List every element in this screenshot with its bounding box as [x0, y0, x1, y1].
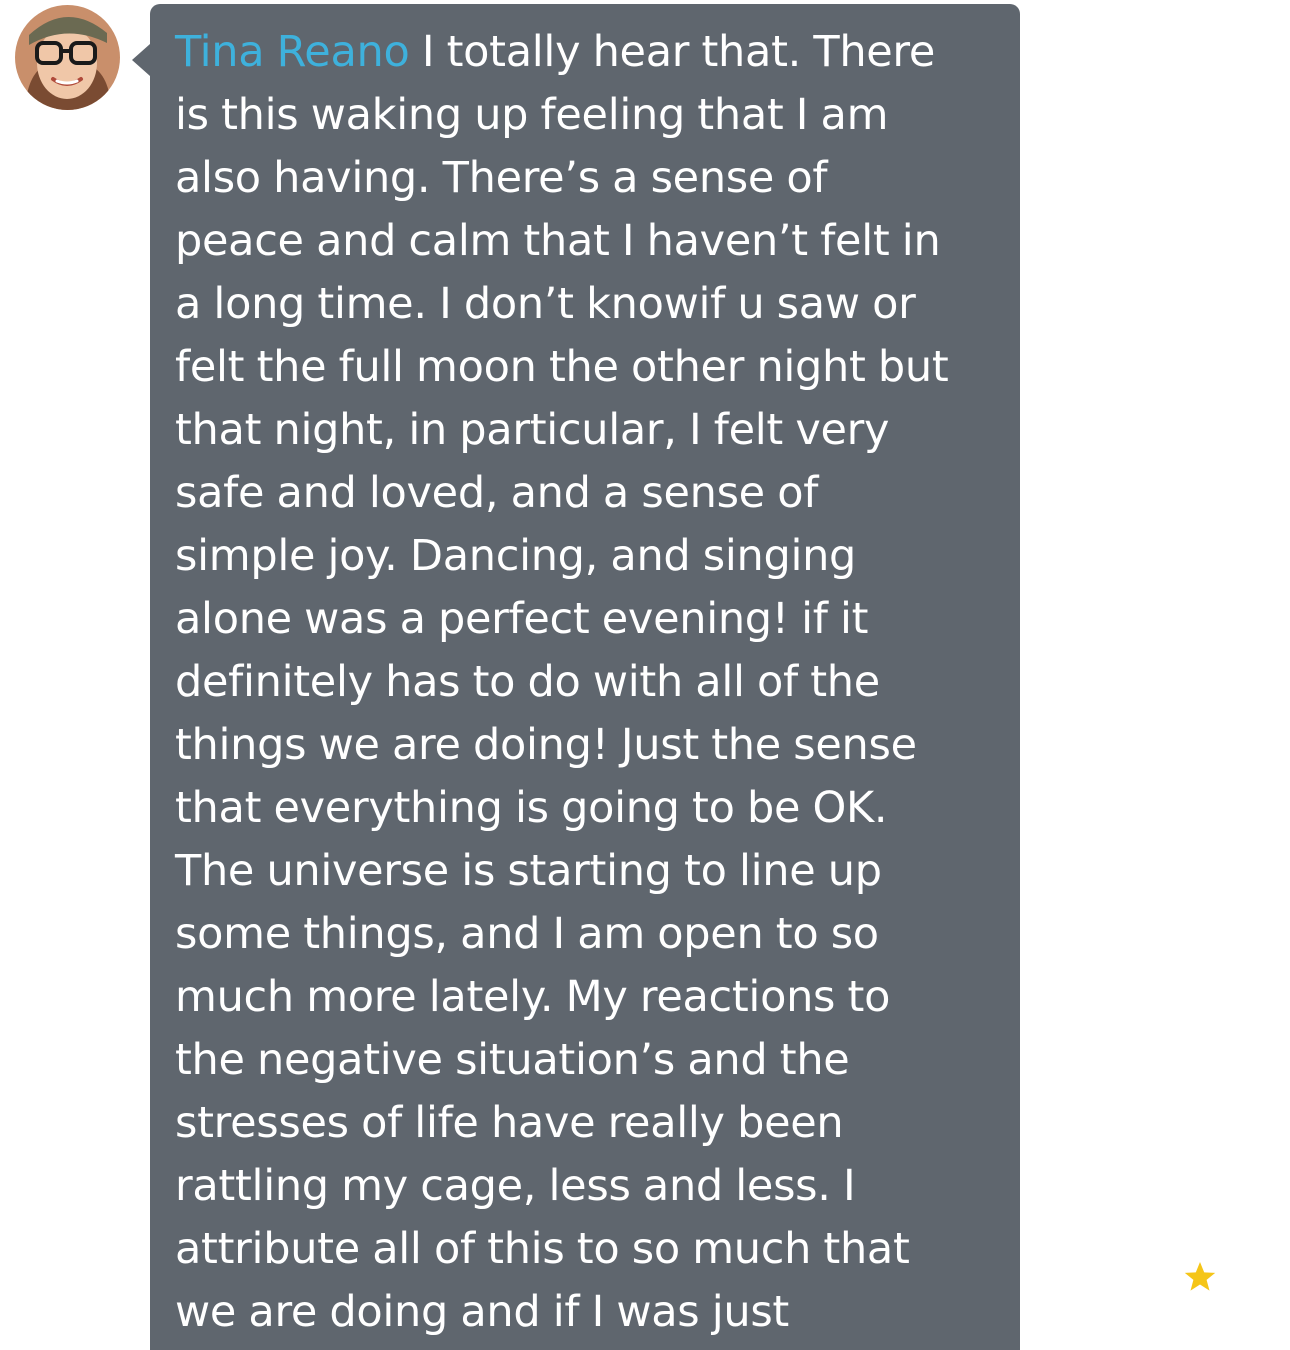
comment-line-text: I totally hear that. There — [421, 27, 936, 77]
comment-line: stresses of life have really been — [175, 1098, 844, 1148]
comment-line: also having. There’s a sense of — [175, 153, 828, 203]
comment-line: is this waking up feeling that I am — [175, 90, 889, 140]
comment-line: much more lately. My reactions to — [175, 972, 891, 1022]
comment-line: The universe is starting to line up — [175, 846, 882, 896]
comment-line: rattling my cage, less and less. I — [175, 1161, 856, 1211]
comment-line: that everything is going to be OK. — [175, 783, 888, 833]
comment-line: peace and calm that I haven’t felt in — [175, 216, 941, 266]
author-name-link[interactable]: Tina Reano — [175, 27, 410, 77]
comment-line: a long time. I don’t knowif u saw or — [175, 279, 916, 329]
comment-line: that night, in particular, I felt very — [175, 405, 890, 455]
comment-bubble: Tina Reano I totally hear that. There is… — [150, 4, 1020, 1350]
avatar-photo-icon — [15, 5, 120, 110]
comment-line: safe and loved, and a sense of — [175, 468, 819, 518]
comment-thread: Tina Reano I totally hear that. There is… — [0, 0, 1290, 1350]
comment-line: things we are doing! Just the sense — [175, 720, 917, 770]
comment-line: Tina Reano I totally hear that. There — [175, 21, 1000, 84]
comment-line: the negative situation’s and the — [175, 1035, 850, 1085]
comment-line: simple joy. Dancing, and singing — [175, 531, 857, 581]
comment-body: Tina Reano I totally hear that. There is… — [175, 21, 1000, 1344]
comment-line: we are doing and if I was just — [175, 1287, 789, 1337]
comment-line: alone was a perfect evening! if it — [175, 594, 869, 644]
star-icon-shape — [1184, 1262, 1216, 1291]
star-icon[interactable] — [1182, 1259, 1218, 1295]
comment-line: attribute all of this to so much that — [175, 1224, 910, 1274]
bubble-tail — [132, 44, 150, 76]
user-avatar[interactable] — [15, 5, 120, 110]
comment-line: felt the full moon the other night but — [175, 342, 949, 392]
comment-line: definitely has to do with all of the — [175, 657, 880, 707]
comment-line: some things, and I am open to so — [175, 909, 879, 959]
